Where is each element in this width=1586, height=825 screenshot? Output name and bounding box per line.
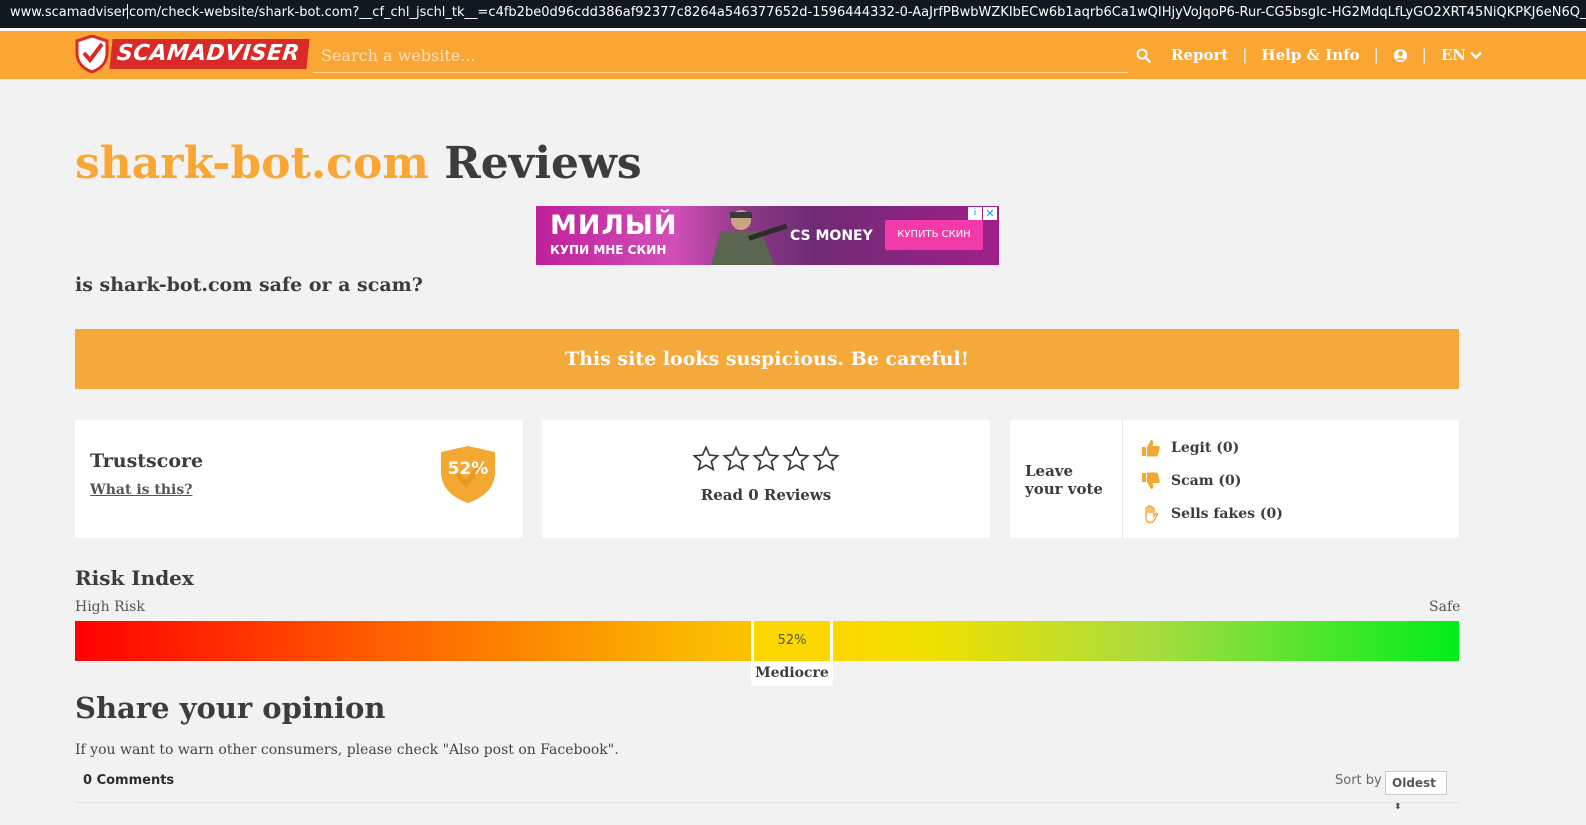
nav-separator: | xyxy=(1242,46,1248,64)
reviews-card: Read 0 Reviews xyxy=(542,420,990,538)
trustscore-badge: 52% xyxy=(437,444,499,504)
logo-wordmark: SCAMADVISER xyxy=(109,39,310,69)
vote-scam-label: Scam (0) xyxy=(1171,473,1242,489)
site-header: SCAMADVISER Report | Help & Info | | EN xyxy=(0,31,1586,79)
star-icon[interactable] xyxy=(692,445,720,473)
sort-value: Oldest xyxy=(1392,776,1436,790)
ad-brand: CS MONEY xyxy=(790,228,873,244)
text-caret xyxy=(127,4,129,19)
vote-fakes-button[interactable]: Sells fakes (0) xyxy=(1141,503,1283,525)
url-path: com/check-website/shark-bot.com?__cf_chl… xyxy=(129,5,1586,20)
comments-divider xyxy=(75,802,1459,803)
trustscore-value: 52% xyxy=(447,459,489,479)
ad-close-icon[interactable]: ✕ xyxy=(983,207,997,220)
warning-banner: This site looks suspicious. Be careful! xyxy=(75,329,1459,389)
star-icon[interactable] xyxy=(752,445,780,473)
nav-separator: | xyxy=(1373,46,1379,64)
vote-card: Leave your vote Legit (0) Scam (0) Sells… xyxy=(1010,420,1459,538)
header-nav: Report | Help & Info | | EN xyxy=(1136,31,1482,79)
thumbs-down-icon xyxy=(1142,472,1160,489)
star-icon[interactable] xyxy=(782,445,810,473)
url-host: www.scamadviser xyxy=(10,5,128,20)
sort-select[interactable]: Oldest ⬍ xyxy=(1385,771,1447,812)
star-icon[interactable] xyxy=(722,445,750,473)
hand-stop-icon xyxy=(1145,505,1159,524)
ad-subline: КУПИ МНЕ СКИН xyxy=(550,243,667,257)
star-rating[interactable] xyxy=(692,445,840,475)
site-logo[interactable]: SCAMADVISER xyxy=(75,35,310,73)
read-reviews-link[interactable]: Read 0 Reviews xyxy=(542,486,990,504)
ad-info-icon[interactable]: i xyxy=(968,207,982,220)
title-domain: shark-bot.com xyxy=(75,138,429,189)
vote-label: Leave your vote xyxy=(1025,462,1103,498)
nav-separator: | xyxy=(1421,46,1427,64)
chevron-down-icon xyxy=(1470,51,1482,59)
risk-scale-low-label: High Risk xyxy=(75,599,145,615)
advertisement-banner[interactable]: МИЛЫЙ КУПИ МНЕ СКИН CS MONEY КУПИТЬ СКИН… xyxy=(536,206,999,265)
language-selector[interactable]: EN xyxy=(1441,46,1482,64)
trustscore-info-link[interactable]: What is this? xyxy=(90,482,192,498)
comments-count[interactable]: 0 Comments xyxy=(83,773,174,788)
ad-headline: МИЛЫЙ xyxy=(550,210,678,241)
share-opinion-title: Share your opinion xyxy=(75,691,386,725)
user-account-icon[interactable] xyxy=(1393,48,1408,63)
vote-divider xyxy=(1122,420,1123,538)
risk-index-title: Risk Index xyxy=(75,566,194,590)
risk-scale-high-label: Safe xyxy=(1429,599,1461,615)
ad-soldier-image xyxy=(711,210,788,265)
search-icon[interactable] xyxy=(1136,48,1151,63)
language-label: EN xyxy=(1440,46,1466,64)
page-title: shark-bot.com Reviews xyxy=(75,136,642,192)
search-input[interactable] xyxy=(313,39,1128,72)
share-opinion-note: If you want to warn other consumers, ple… xyxy=(75,742,619,758)
trustscore-card: Trustscore What is this? 52% xyxy=(75,420,523,538)
risk-verdict: Mediocre xyxy=(751,661,833,686)
shield-check-icon xyxy=(75,35,109,73)
vote-legit-label: Legit (0) xyxy=(1171,440,1240,456)
safety-question: is shark-bot.com safe or a scam? xyxy=(75,274,423,296)
ad-cta-button[interactable]: КУПИТЬ СКИН xyxy=(885,220,983,250)
vote-legit-button[interactable]: Legit (0) xyxy=(1141,437,1239,459)
thumbs-up-icon xyxy=(1142,440,1160,457)
nav-help-link[interactable]: Help & Info xyxy=(1261,46,1359,64)
risk-value-marker: 52% xyxy=(751,621,833,661)
title-suffix: Reviews xyxy=(444,138,642,189)
search-box xyxy=(313,39,1128,73)
star-icon[interactable] xyxy=(812,445,840,473)
sort-arrows-icon: ⬍ xyxy=(1394,802,1402,812)
trustscore-label: Trustscore xyxy=(90,450,204,472)
vote-scam-button[interactable]: Scam (0) xyxy=(1141,470,1241,492)
browser-address-bar[interactable]: www.scamadviser com/check-website/shark-b… xyxy=(0,0,1586,30)
vote-fakes-label: Sells fakes (0) xyxy=(1171,506,1283,522)
nav-report-link[interactable]: Report xyxy=(1171,46,1228,64)
sort-label: Sort by xyxy=(1335,773,1382,788)
